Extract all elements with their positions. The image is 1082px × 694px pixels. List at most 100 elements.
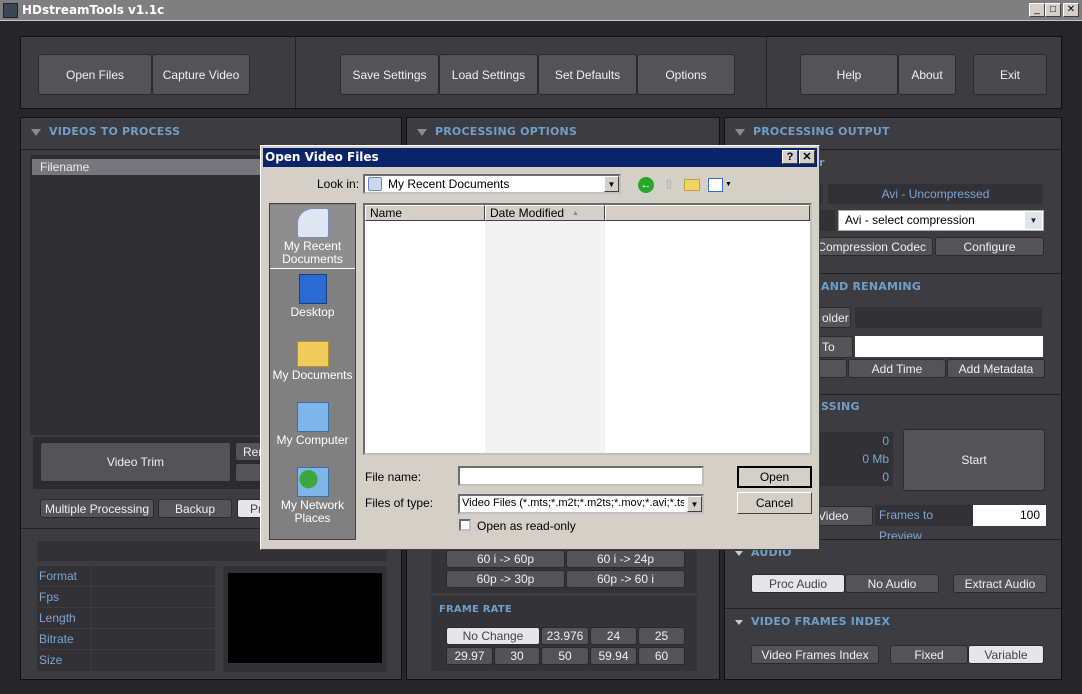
files-of-type-value: Video Files (*.mts;*.m2t;*.m2ts;*.mov;*.… xyxy=(462,497,684,509)
help-icon[interactable]: ? xyxy=(782,150,798,164)
fixed-button[interactable]: Fixed xyxy=(890,645,968,664)
close-button[interactable]: ✕ xyxy=(1063,3,1079,17)
new-folder-icon[interactable] xyxy=(684,179,700,191)
variable-button[interactable]: Variable xyxy=(968,645,1044,664)
info-label-bitrate: Bitrate xyxy=(37,629,91,649)
place-my-documents[interactable]: My Documents xyxy=(270,337,355,382)
backup-button[interactable]: Backup xyxy=(158,499,232,518)
options-button[interactable]: Options xyxy=(637,54,735,95)
frame-rate-header: FRAME RATE xyxy=(439,604,512,615)
info-label-size: Size xyxy=(37,650,91,671)
about-button[interactable]: About xyxy=(898,54,956,95)
framerate-5994-button[interactable]: 59.94 xyxy=(590,647,637,665)
processing-output-header[interactable]: PROCESSING OUTPUT xyxy=(735,125,890,138)
recent-documents-icon xyxy=(296,208,329,238)
framerate-2997-button[interactable]: 29.97 xyxy=(446,647,493,665)
framerate-50-button[interactable]: 50 xyxy=(541,647,589,665)
videos-panel-title: VIDEOS TO PROCESS xyxy=(49,125,181,138)
place-my-recent-documents[interactable]: My Recent Documents xyxy=(270,205,355,269)
open-video-files-dialog: Open Video Files ? ✕ Look in: My Recent … xyxy=(260,145,820,550)
stat-processed-count: 0 xyxy=(809,468,893,486)
view-menu-icon[interactable] xyxy=(708,178,723,192)
video-trim-button[interactable]: Video Trim xyxy=(40,442,231,482)
framerate-no-change-button[interactable]: No Change xyxy=(446,627,540,645)
framerate-30-button[interactable]: 30 xyxy=(494,647,540,665)
video-frames-index-header[interactable]: VIDEO FRAMES INDEX xyxy=(735,615,890,628)
add-time-button[interactable]: Add Time xyxy=(848,359,946,378)
output-format-display: Avi - Uncompressed xyxy=(828,184,1043,204)
framerate-23976-button[interactable]: 23.976 xyxy=(541,627,589,645)
compression-select[interactable]: Avi - select compression ▼ xyxy=(838,210,1044,231)
back-icon[interactable]: ← xyxy=(638,177,654,193)
look-in-value: My Recent Documents xyxy=(388,177,510,191)
proc-audio-button[interactable]: Proc Audio xyxy=(751,574,845,593)
framerate-25-button[interactable]: 25 xyxy=(638,627,685,645)
maximize-button[interactable]: □ xyxy=(1045,3,1061,17)
window-title: HDstreamTools v1.1c xyxy=(22,3,165,17)
info-value-fps xyxy=(92,587,215,607)
processing-section-header: SSING xyxy=(821,400,860,413)
collapse-icon xyxy=(735,550,743,556)
no-audio-button[interactable]: No Audio xyxy=(845,574,939,593)
configure-button[interactable]: Configure xyxy=(935,237,1044,256)
open-files-button[interactable]: Open Files xyxy=(38,54,152,95)
app-icon xyxy=(3,3,18,18)
look-in-dropdown-icon[interactable]: ▼ xyxy=(604,176,619,192)
framerate-24-button[interactable]: 24 xyxy=(590,627,637,645)
place-desktop[interactable]: Desktop xyxy=(270,274,355,319)
recent-documents-icon xyxy=(368,177,382,191)
video-frames-index-title: VIDEO FRAMES INDEX xyxy=(751,615,891,628)
load-settings-button[interactable]: Load Settings xyxy=(439,54,538,95)
add-metadata-button[interactable]: Add Metadata xyxy=(947,359,1045,378)
framerate-60-button[interactable]: 60 xyxy=(638,647,685,665)
up-folder-icon[interactable]: ⇧ xyxy=(662,177,676,193)
column-header-date-modified[interactable]: Date Modified ▲ xyxy=(485,205,605,221)
compression-codec-button[interactable]: Compression Codec xyxy=(807,237,933,256)
look-in-select[interactable]: My Recent Documents ▼ xyxy=(363,174,621,194)
dialog-titlebar: Open Video Files ? ✕ xyxy=(263,148,817,167)
files-of-type-dropdown-icon[interactable]: ▼ xyxy=(687,496,702,512)
convert-60i-24p-button[interactable]: 60 i -> 24p xyxy=(566,550,685,568)
folder-renaming-header: AND RENAMING xyxy=(821,280,922,293)
place-label: My Recent Documents xyxy=(282,239,343,266)
minimize-button[interactable]: _ xyxy=(1029,3,1045,17)
places-bar: My Recent Documents Desktop My Documents… xyxy=(269,203,356,540)
processing-options-header[interactable]: PROCESSING OPTIONS xyxy=(417,125,577,138)
videos-panel-header[interactable]: VIDEOS TO PROCESS xyxy=(31,125,180,138)
capture-video-button[interactable]: Capture Video xyxy=(152,54,250,95)
convert-60p-30p-button[interactable]: 60p -> 30p xyxy=(446,570,565,588)
collapse-icon xyxy=(417,128,427,136)
file-name-input[interactable] xyxy=(458,466,704,486)
dialog-close-button[interactable]: ✕ xyxy=(799,150,815,164)
column-header-name[interactable]: Name xyxy=(365,205,485,221)
exit-button[interactable]: Exit xyxy=(973,54,1047,95)
main-toolbar: Open Files Capture Video Save Settings L… xyxy=(20,36,1062,109)
open-button[interactable]: Open xyxy=(737,466,812,488)
collapse-icon xyxy=(735,128,745,136)
read-only-checkbox[interactable] xyxy=(459,519,471,531)
processing-output-title: PROCESSING OUTPUT xyxy=(753,125,890,138)
view-menu-dropdown-icon[interactable]: ▼ xyxy=(725,181,732,188)
convert-60i-60p-button[interactable]: 60 i -> 60p xyxy=(446,550,565,568)
column-header-date-modified-label: Date Modified xyxy=(490,206,565,220)
save-settings-button[interactable]: Save Settings xyxy=(340,54,439,95)
extract-audio-button[interactable]: Extract Audio xyxy=(953,574,1047,593)
files-of-type-select[interactable]: Video Files (*.mts;*.m2t;*.m2ts;*.mov;*.… xyxy=(458,494,704,514)
rename-to-input[interactable] xyxy=(855,336,1043,357)
set-defaults-button[interactable]: Set Defaults xyxy=(538,54,637,95)
multiple-processing-button[interactable]: Multiple Processing xyxy=(40,499,154,518)
compression-select-value: Avi - select compression xyxy=(845,213,975,227)
help-button[interactable]: Help xyxy=(800,54,898,95)
video-frames-index-button[interactable]: Video Frames Index xyxy=(751,645,879,664)
place-my-computer[interactable]: My Computer xyxy=(270,402,355,447)
video-preview xyxy=(228,573,382,663)
column-header-extra[interactable] xyxy=(605,205,810,221)
dialog-title: Open Video Files xyxy=(265,150,379,164)
file-list[interactable]: Name Date Modified ▲ xyxy=(363,203,812,455)
place-my-network-places[interactable]: My Network Places xyxy=(270,467,355,525)
cancel-button[interactable]: Cancel xyxy=(737,492,812,514)
start-button[interactable]: Start xyxy=(903,429,1045,491)
convert-60p-60i-button[interactable]: 60p -> 60 i xyxy=(566,570,685,588)
frames-to-preview-input[interactable]: 100 xyxy=(973,505,1046,526)
dropdown-arrow-icon[interactable]: ▼ xyxy=(1025,212,1042,229)
